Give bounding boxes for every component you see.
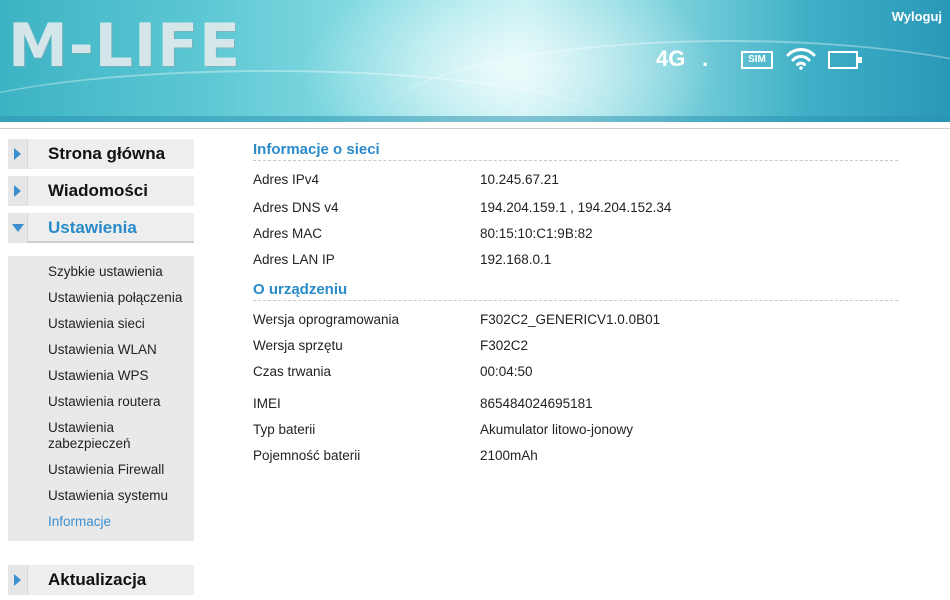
info-key: Adres MAC <box>253 226 323 241</box>
signal-strength-icon: . <box>702 46 709 71</box>
battery-icon <box>828 51 862 69</box>
info-row: Typ baterii Akumulator litowo-jonowy <box>253 417 898 443</box>
wifi-icon <box>786 48 816 70</box>
main-content: Informacje o sieci Adres IPv4 10.245.67.… <box>253 139 898 469</box>
sidebar: Strona główna Wiadomości Ustawienia Szyb… <box>8 139 194 600</box>
sidebar-item-label: Ustawienia <box>48 218 137 237</box>
info-key: Pojemność baterii <box>253 448 361 463</box>
submenu-item-system-settings[interactable]: Ustawienia systemu <box>8 483 194 509</box>
info-row: Wersja sprzętu F302C2 <box>253 333 898 359</box>
info-row: Wersja oprogramowania F302C2_GENERICV1.0… <box>253 307 898 333</box>
info-key: Wersja oprogramowania <box>253 312 400 327</box>
submenu-item-wps-settings[interactable]: Ustawienia WPS <box>8 363 194 389</box>
sidebar-item-label: Wiadomości <box>48 181 148 200</box>
submenu-item-quick-settings[interactable]: Szybkie ustawienia <box>8 259 194 285</box>
info-key: IMEI <box>253 396 281 411</box>
info-key: Adres DNS v4 <box>253 200 339 215</box>
info-value: Akumulator litowo-jonowy <box>480 422 634 437</box>
section-title-network: Informacje o sieci <box>253 139 898 161</box>
header-banner: M-LIFE Wyloguj 4G . SIM <box>0 0 950 122</box>
submenu-item-network-settings[interactable]: Ustawienia sieci <box>8 311 194 337</box>
info-value: F302C2 <box>480 338 529 353</box>
page: M-LIFE Wyloguj 4G . SIM Strona główna Wi… <box>0 0 950 600</box>
sidebar-item-update[interactable]: Aktualizacja <box>8 565 194 595</box>
sidebar-item-label: Aktualizacja <box>48 570 147 589</box>
submenu-item-information[interactable]: Informacje <box>8 509 194 535</box>
info-row: Adres MAC 80:15:10:C1:9B:82 <box>253 221 898 247</box>
network-type-indicator: 4G <box>656 46 686 71</box>
sidebar-item-settings[interactable]: Ustawienia <box>8 213 194 243</box>
info-key: Adres IPv4 <box>253 172 320 187</box>
info-row: Adres IPv4 10.245.67.21 <box>253 167 898 193</box>
banner-bottom-bar <box>0 116 950 122</box>
info-value: 192.168.0.1 <box>480 252 552 267</box>
submenu-item-firewall-settings[interactable]: Ustawienia Firewall <box>8 457 194 483</box>
info-key: Czas trwania <box>253 364 332 379</box>
chevron-right-icon <box>8 139 28 169</box>
sim-icon: SIM <box>741 51 773 69</box>
info-value: 194.204.159.1 , 194.204.152.34 <box>480 200 672 215</box>
submenu-item-connection-settings[interactable]: Ustawienia połączenia <box>8 285 194 311</box>
info-value: 00:04:50 <box>480 364 533 379</box>
sidebar-item-messages[interactable]: Wiadomości <box>8 176 194 206</box>
sidebar-item-home[interactable]: Strona główna <box>8 139 194 169</box>
settings-submenu: Szybkie ustawienia Ustawienia połączenia… <box>8 256 194 541</box>
info-row: Pojemność baterii 2100mAh <box>253 443 898 469</box>
logout-link[interactable]: Wyloguj <box>892 9 942 24</box>
info-row: Czas trwania 00:04:50 <box>253 359 898 385</box>
divider <box>0 128 950 129</box>
info-row: Adres LAN IP 192.168.0.1 <box>253 247 898 273</box>
info-key: Adres LAN IP <box>253 252 335 267</box>
chevron-right-icon <box>8 565 28 595</box>
chevron-down-icon <box>8 213 28 243</box>
info-value: F302C2_GENERICV1.0.0B01 <box>480 312 661 327</box>
info-value: 10.245.67.21 <box>480 172 559 187</box>
submenu-item-router-settings[interactable]: Ustawienia routera <box>8 389 194 415</box>
info-value: 2100mAh <box>480 448 538 463</box>
submenu-item-wlan-settings[interactable]: Ustawienia WLAN <box>8 337 194 363</box>
info-value: 80:15:10:C1:9B:82 <box>480 226 593 241</box>
section-title-device: O urządzeniu <box>253 279 898 301</box>
logo: M-LIFE <box>8 11 242 81</box>
info-key: Wersja sprzętu <box>253 338 343 353</box>
info-row: IMEI 865484024695181 <box>253 391 898 417</box>
info-value: 865484024695181 <box>480 396 593 411</box>
info-row: Adres DNS v4 194.204.159.1 , 194.204.152… <box>253 195 898 221</box>
submenu-item-security-settings[interactable]: Ustawienia zabezpieczeń <box>8 415 148 457</box>
chevron-right-icon <box>8 176 28 206</box>
sidebar-item-label: Strona główna <box>48 144 166 163</box>
info-key: Typ baterii <box>253 422 316 437</box>
